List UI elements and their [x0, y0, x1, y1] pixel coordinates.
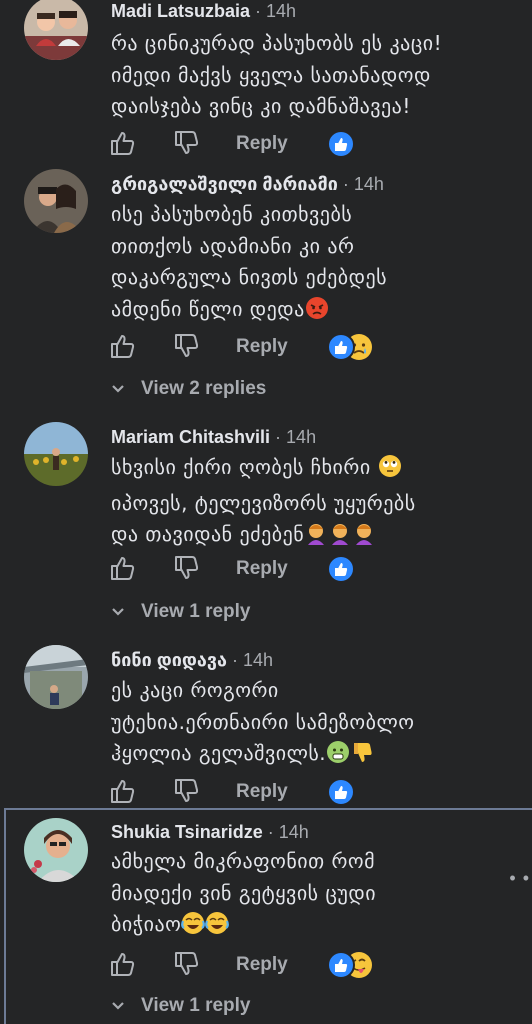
thumbs-up-icon[interactable] [108, 777, 136, 805]
like-reaction-icon [327, 555, 355, 583]
thumbs-down-icon[interactable] [172, 777, 200, 805]
nauseated-face-icon [326, 740, 350, 774]
comment-line: ისე პასუხობენ კითხვებს [111, 202, 353, 226]
thumbs-up-icon[interactable] [108, 332, 136, 360]
reply-button[interactable]: Reply [236, 781, 288, 803]
comment-line: ამხელა მიკრაფონით რომ [111, 849, 376, 873]
thumbs-up-icon[interactable] [108, 554, 136, 582]
chevron-down-icon [111, 601, 125, 623]
thumbs-down-icon[interactable] [172, 554, 200, 582]
view-replies-label: View 1 reply [141, 601, 251, 622]
like-reaction-icon [327, 951, 355, 979]
comment-header: Mariam Chitashvili · 14h [111, 426, 316, 448]
view-replies-label: View 1 reply [141, 995, 251, 1016]
timestamp[interactable]: · 14h [338, 174, 384, 194]
facepalm-icon [304, 521, 376, 555]
comment-line: უტეხია.ერთნაირი სამეზობლო [111, 709, 415, 734]
tears-of-joy-icon [181, 911, 230, 945]
view-replies-label: View 2 replies [141, 378, 267, 399]
thumbs-up-icon[interactable] [108, 129, 136, 157]
comment-line: და თავიდან ეძებენ [111, 522, 305, 546]
comment-line: დაკარგულა ნივთს ეძებდეს [111, 265, 388, 289]
thumbs-down-icon[interactable] [172, 129, 200, 157]
thumbs-up-icon[interactable] [108, 950, 136, 978]
comment-line: მიადექი ვინ გეტყვის ცუდი [111, 880, 377, 905]
comment-line: ამდენი წელი დედა [111, 296, 305, 321]
author-name[interactable]: Madi Latsuzbaia [111, 1, 250, 21]
reply-button[interactable]: Reply [236, 954, 288, 976]
comment-header: ნინი დიდავა · 14h [111, 649, 273, 671]
comment-line: იპოვეს, ტელევიზორს უყურებს [111, 490, 416, 515]
comment-line: ჰყოლია გელაშვილს. [111, 741, 327, 765]
reply-button[interactable]: Reply [236, 133, 288, 155]
thumbs-down-icon[interactable] [172, 950, 200, 978]
comment-actions: Reply [108, 129, 528, 159]
comment-text: ეს კაცი როგორი უტეხია.ერთნაირი სამეზობლო… [111, 675, 511, 774]
like-reaction-icon [327, 130, 355, 158]
like-reaction-icon [327, 333, 355, 361]
like-reaction-icon [327, 778, 355, 806]
author-name[interactable]: გრიგალაშვილი მარიამი [111, 174, 338, 194]
comment-actions: Reply [108, 332, 528, 362]
timestamp[interactable]: · 14h [250, 1, 296, 21]
comment-actions: Reply [108, 777, 528, 807]
chevron-down-icon [111, 378, 125, 400]
avatar[interactable] [24, 818, 88, 882]
timestamp[interactable]: · 14h [263, 822, 309, 842]
comment-actions: Reply [108, 950, 528, 980]
comment-line: დაისჯება ვინც კი დამნაშავეა! [111, 94, 411, 118]
view-replies-link[interactable]: View 1 reply [111, 601, 251, 623]
reply-button[interactable]: Reply [236, 336, 288, 358]
avatar[interactable] [24, 645, 88, 709]
author-name[interactable]: Shukia Tsinaridze [111, 822, 263, 842]
thumbs-down-emoji-icon [350, 740, 374, 774]
chevron-down-icon [111, 995, 125, 1017]
avatar[interactable] [24, 169, 88, 233]
comment-line: სხვისი ქირი ღობეს ჩხირი [111, 455, 371, 479]
timestamp[interactable]: · 14h [227, 650, 273, 670]
avatar[interactable] [24, 0, 88, 60]
author-name[interactable]: ნინი დიდავა [111, 650, 227, 670]
comment-line: იმედი მაქვს ყველა სათანადოდ [111, 62, 431, 87]
comment-text: სხვისი ქირი ღობეს ჩხირი იპოვეს, ტელევიზო… [111, 452, 511, 555]
eye-roll-face-icon [378, 454, 402, 488]
comment-header: Shukia Tsinaridze · 14h [111, 821, 309, 843]
reply-button[interactable]: Reply [236, 558, 288, 580]
view-replies-link[interactable]: View 1 reply [111, 995, 251, 1017]
comment-actions: Reply [108, 554, 528, 584]
comment-text: ისე პასუხობენ კითხვებს თითქოს ადამიანი კ… [111, 199, 511, 329]
more-dots-icon[interactable]: • • [509, 868, 530, 889]
angry-face-icon [305, 296, 329, 330]
comment-line: ბიჭიაო [111, 912, 182, 936]
view-replies-link[interactable]: View 2 replies [111, 378, 266, 400]
comment-line: თითქოს ადამიანი კი არ [111, 233, 355, 258]
thumbs-down-icon[interactable] [172, 332, 200, 360]
comment-header: Madi Latsuzbaia · 14h [111, 0, 296, 22]
comment-line: ეს კაცი როგორი [111, 678, 279, 702]
comment-header: გრიგალაშვილი მარიამი · 14h [111, 173, 384, 195]
comment-text: ამხელა მიკრაფონით რომ მიადექი ვინ გეტყვი… [111, 846, 511, 945]
comment-text: რა ცინიკურად პასუხობს ეს კაცი! იმედი მაქ… [111, 28, 511, 123]
avatar[interactable] [24, 422, 88, 486]
timestamp[interactable]: · 14h [270, 427, 316, 447]
comment-line: რა ცინიკურად პასუხობს ეს კაცი! [111, 31, 443, 55]
author-name[interactable]: Mariam Chitashvili [111, 427, 270, 447]
